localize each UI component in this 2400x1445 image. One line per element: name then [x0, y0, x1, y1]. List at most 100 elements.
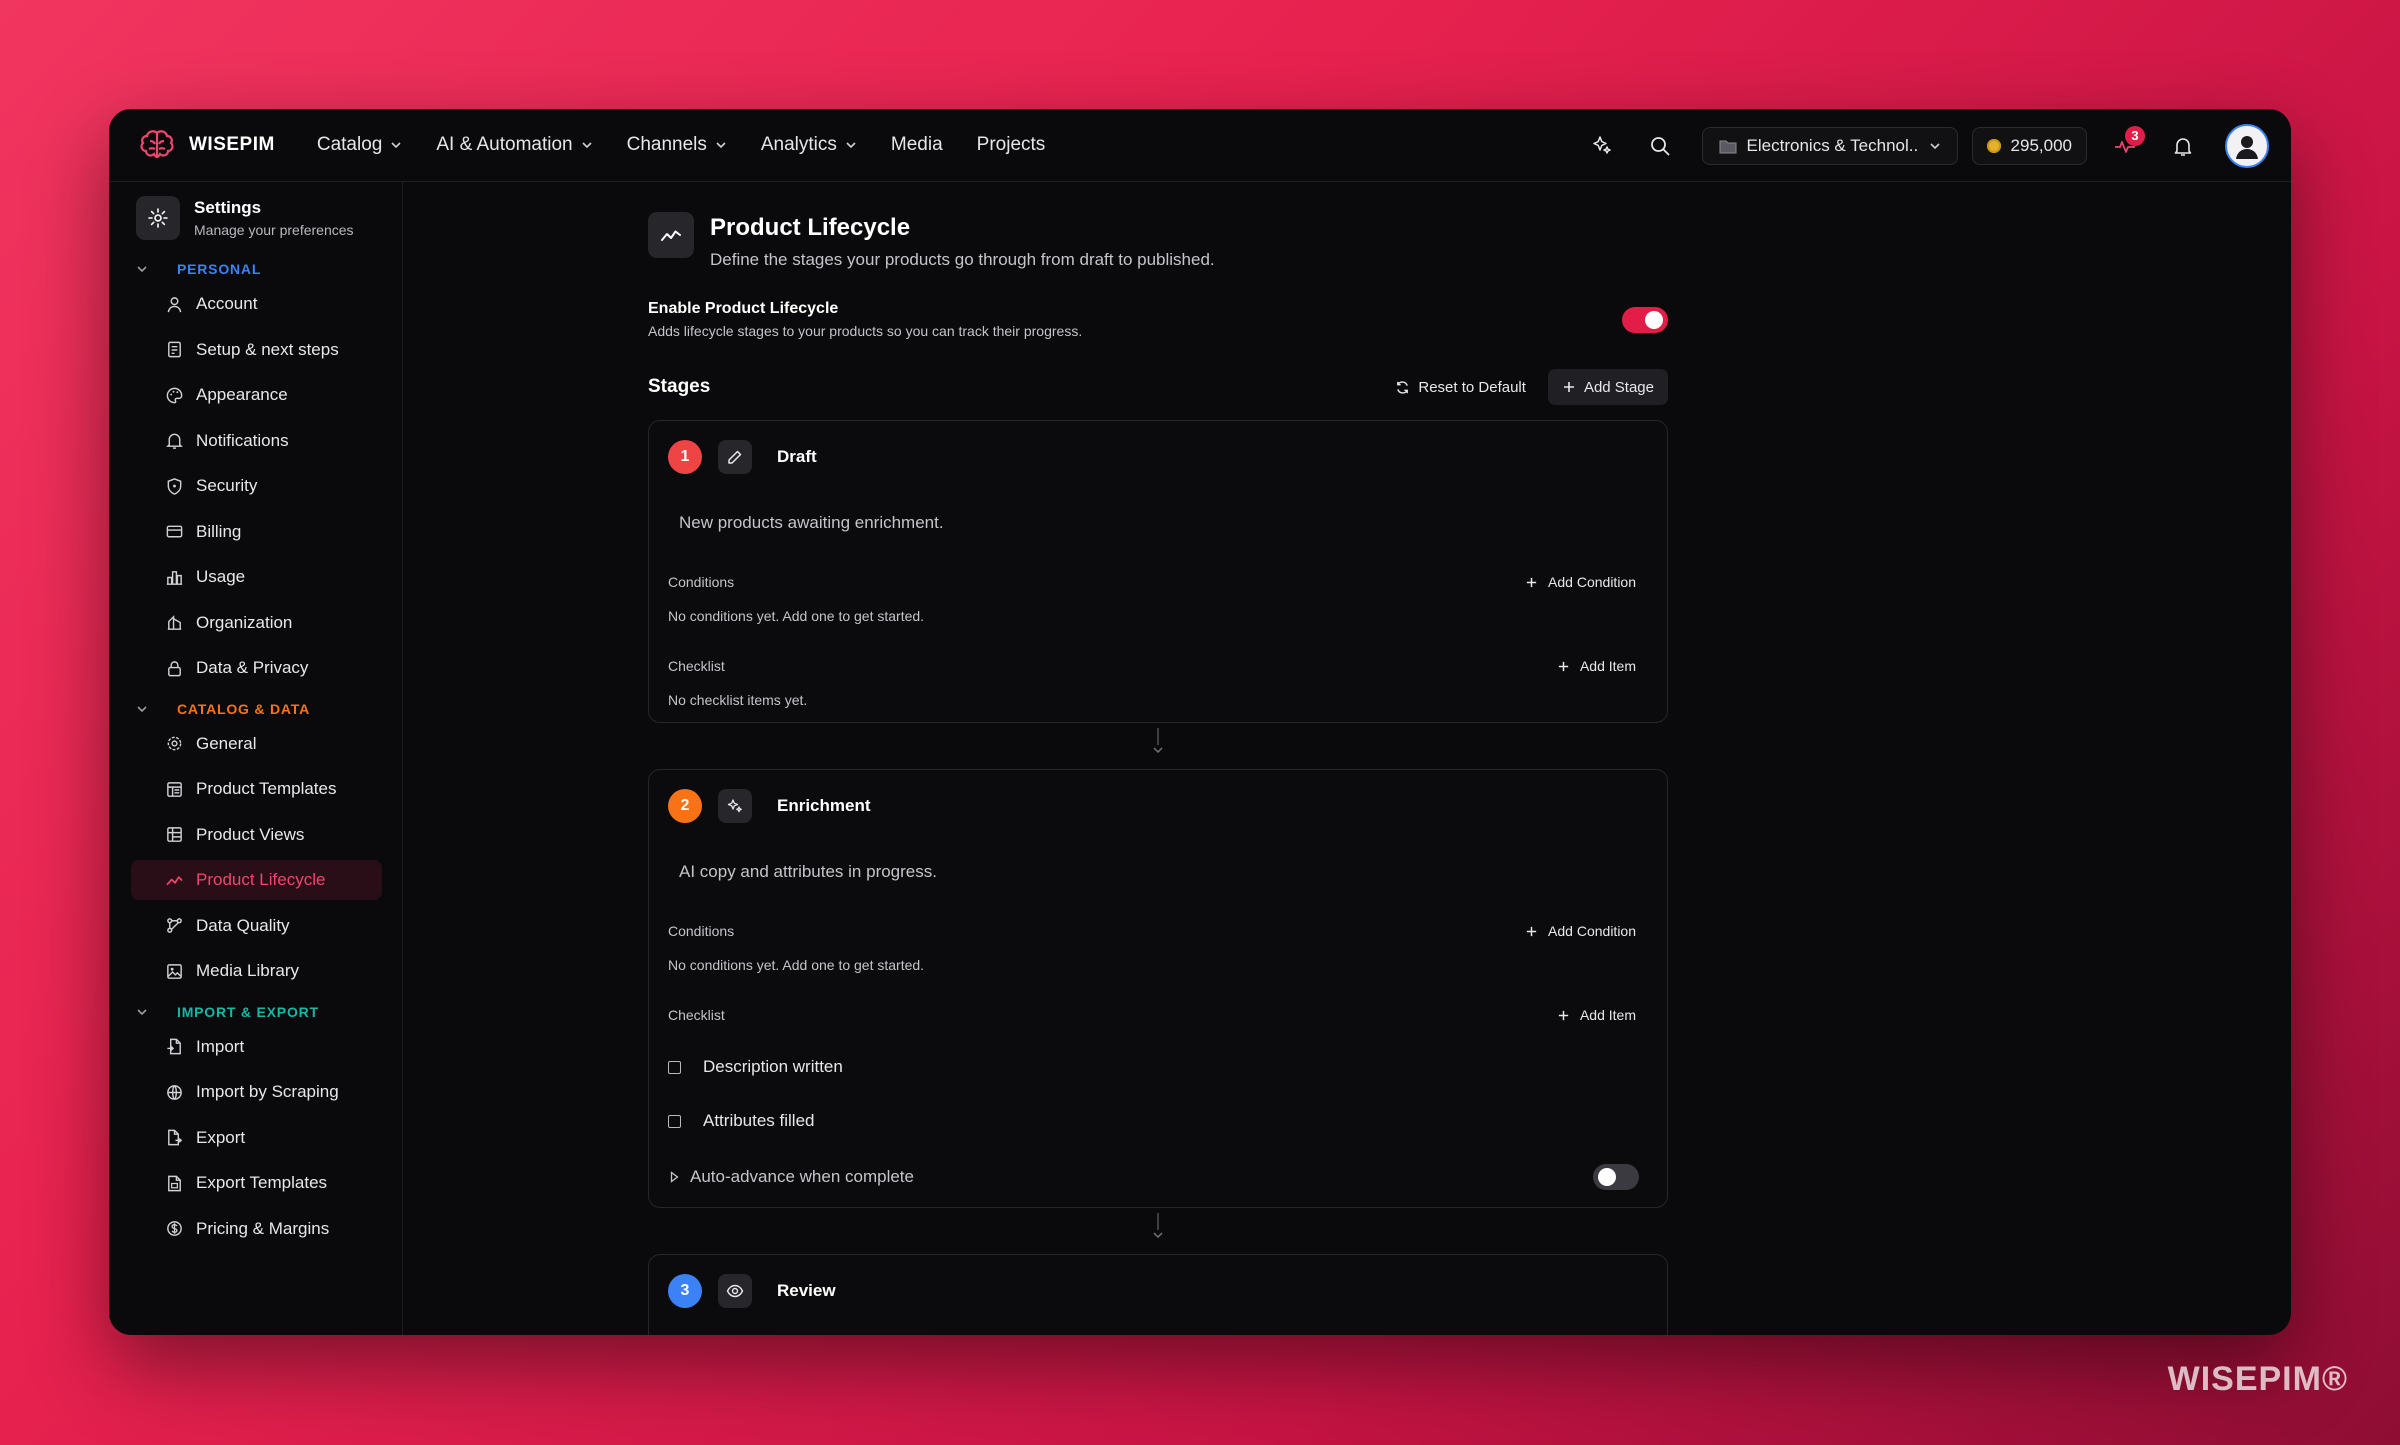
brain-logo-icon [140, 130, 174, 159]
sparkles-icon [1592, 135, 1611, 154]
add-item-button[interactable]: Add Item [1557, 658, 1636, 674]
bar-chart-icon [166, 570, 183, 585]
image-icon [167, 963, 182, 979]
chevron-down-icon [1153, 728, 1163, 753]
sidebar-item-label: Data Quality [196, 915, 290, 935]
nav-media[interactable]: Media [879, 134, 965, 156]
add-stage-button[interactable]: Add Stage [1547, 369, 1668, 405]
ai-sparkle-button[interactable] [1582, 126, 1622, 166]
sidebar-item-export[interactable]: Export [131, 1118, 382, 1158]
sidebar-item-data-quality[interactable]: Data Quality [131, 906, 382, 946]
sidebar-item-appearance[interactable]: Appearance [131, 375, 382, 415]
auto-advance-expander[interactable]: Auto-advance when complete [668, 1167, 914, 1187]
sidebar-item-export-templates[interactable]: Export Templates [131, 1163, 382, 1203]
sidebar-item-label: Media Library [196, 961, 299, 980]
notifications-button[interactable] [2163, 126, 2203, 166]
checklist-item-label: Description written [703, 1057, 843, 1076]
add-item-button[interactable]: Add Item [1557, 1007, 1636, 1023]
nav-ai-automation[interactable]: AI & Automation [424, 134, 614, 156]
sidebar-item-billing[interactable]: Billing [131, 512, 382, 552]
brand[interactable]: WISEPIM [137, 125, 275, 165]
enable-lifecycle-row: Enable Product Lifecycle Adds lifecycle … [648, 300, 1668, 339]
sidebar-item-usage[interactable]: Usage [131, 557, 382, 597]
nav-projects[interactable]: Projects [965, 134, 1068, 156]
stage-name: Review [777, 1281, 836, 1300]
user-icon [167, 296, 182, 312]
nav-channels[interactable]: Channels [615, 134, 749, 156]
chevron-down-icon [1153, 1213, 1163, 1238]
sidebar-item-pricing-margins[interactable]: Pricing & Margins [131, 1209, 382, 1249]
brand-watermark: WISEPIM® [2167, 1360, 2348, 1398]
user-avatar[interactable] [2225, 123, 2269, 168]
eye-icon[interactable] [718, 1274, 752, 1308]
template-icon [167, 781, 182, 797]
sidebar-item-label: Billing [196, 521, 242, 541]
stage-connector [1148, 723, 1168, 763]
stage-header[interactable]: 3 Review [649, 1273, 1667, 1309]
checklist-checkbox[interactable] [668, 1114, 681, 1128]
sidebar-item-import[interactable]: Import [131, 1027, 382, 1067]
sidebar-item-import-scraping[interactable]: Import by Scraping [131, 1072, 382, 1112]
page-subtitle: Define the stages your products go throu… [710, 250, 1215, 269]
building-icon [167, 615, 182, 630]
section-import-export[interactable]: IMPORT & EXPORT [109, 997, 402, 1027]
chevron-down-icon [137, 266, 147, 273]
sidebar-item-security[interactable]: Security [131, 466, 382, 506]
sidebar-item-general[interactable]: General [131, 724, 382, 764]
chevron-down-icon [137, 705, 147, 712]
pencil-icon[interactable] [718, 440, 752, 474]
section-catalog-data[interactable]: CATALOG & DATA [109, 694, 402, 724]
checklist-item[interactable]: Description written [649, 1054, 1667, 1080]
main-content: Product Lifecycle Define the stages your… [403, 182, 2291, 1335]
bell-icon [2174, 137, 2192, 156]
stage-header[interactable]: 2 Enrichment [649, 788, 1667, 824]
sidebar-item-label: Product Views [196, 824, 305, 844]
button-label: Add Stage [1583, 378, 1654, 396]
enable-lifecycle-toggle[interactable] [1622, 306, 1668, 333]
checklist-item[interactable]: Attributes filled [649, 1108, 1667, 1134]
toggle-knob [1598, 1168, 1616, 1186]
checklist-item-label: Attributes filled [703, 1111, 815, 1130]
add-condition-button[interactable]: Add Condition [1525, 923, 1636, 939]
trend-icon [648, 212, 694, 258]
auto-advance-toggle[interactable] [1593, 1164, 1639, 1190]
sidebar-item-account[interactable]: Account [131, 284, 382, 324]
sidebar-item-label: Account [196, 294, 258, 313]
settings-title: Settings [194, 198, 262, 217]
conditions-label: Conditions [668, 923, 735, 939]
conditions-empty: No conditions yet. Add one to get starte… [668, 957, 925, 973]
add-condition-button[interactable]: Add Condition [1525, 574, 1636, 590]
checklist-label: Checklist [668, 1007, 725, 1023]
sidebar-item-data-privacy[interactable]: Data & Privacy [131, 648, 382, 688]
reset-to-default-button[interactable]: Reset to Default [1383, 369, 1538, 405]
nav-catalog[interactable]: Catalog [305, 134, 425, 156]
credits-button[interactable]: 295,000 [1971, 126, 2087, 165]
stage-number-badge: 1 [668, 440, 702, 474]
sidebar-item-label: Security [196, 476, 258, 495]
sidebar-item-product-templates[interactable]: Product Templates [131, 769, 382, 809]
sidebar-item-product-views[interactable]: Product Views [131, 815, 382, 855]
sidebar-item-product-lifecycle[interactable]: Product Lifecycle [131, 860, 382, 900]
stage-description[interactable]: AI copy and attributes in progress. [679, 862, 1667, 882]
search-button[interactable] [1640, 126, 1680, 166]
sparkles-icon[interactable] [718, 789, 752, 823]
sidebar-item-setup[interactable]: Setup & next steps [131, 330, 382, 370]
nav-label: Media [890, 134, 943, 155]
page-title: Product Lifecycle [710, 214, 911, 241]
activity-button[interactable]: 3 [2105, 125, 2145, 166]
settings-subtitle: Manage your preferences [194, 222, 354, 238]
sidebar-item-label: Pricing & Margins [196, 1218, 330, 1238]
stage-header[interactable]: 1 Draft [649, 439, 1667, 475]
stage-description[interactable]: New products awaiting enrichment. [679, 513, 1667, 533]
sidebar-item-notifications[interactable]: Notifications [131, 421, 382, 461]
checklist-checkbox[interactable] [668, 1060, 681, 1074]
auto-advance-row: Auto-advance when complete [649, 1162, 1667, 1192]
sidebar-item-media-library[interactable]: Media Library [131, 951, 382, 991]
sidebar-item-organization[interactable]: Organization [131, 603, 382, 643]
chevron-down-icon [391, 142, 401, 149]
section-personal[interactable]: PERSONAL [109, 254, 402, 284]
chevron-down-icon [846, 142, 856, 149]
checklist-icon [168, 341, 181, 358]
organization-select[interactable]: Electronics & Technol... [1701, 126, 1958, 165]
nav-analytics[interactable]: Analytics [749, 134, 879, 156]
